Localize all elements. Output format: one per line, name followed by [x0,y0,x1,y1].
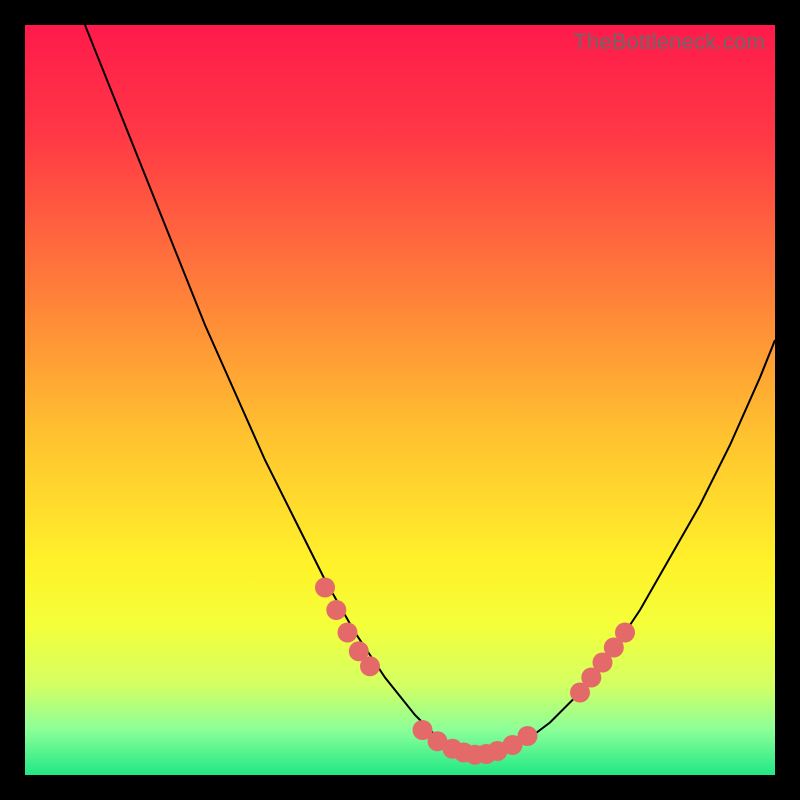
marker-dot [360,656,380,676]
marker-dot [615,623,635,643]
marker-dot [518,726,538,746]
bottleneck-chart [25,25,775,775]
marker-dot [326,600,346,620]
gradient-background [25,25,775,775]
marker-dot [338,623,358,643]
watermark-text: TheBottleneck.com [573,29,765,55]
marker-dot [315,578,335,598]
chart-frame: TheBottleneck.com [25,25,775,775]
